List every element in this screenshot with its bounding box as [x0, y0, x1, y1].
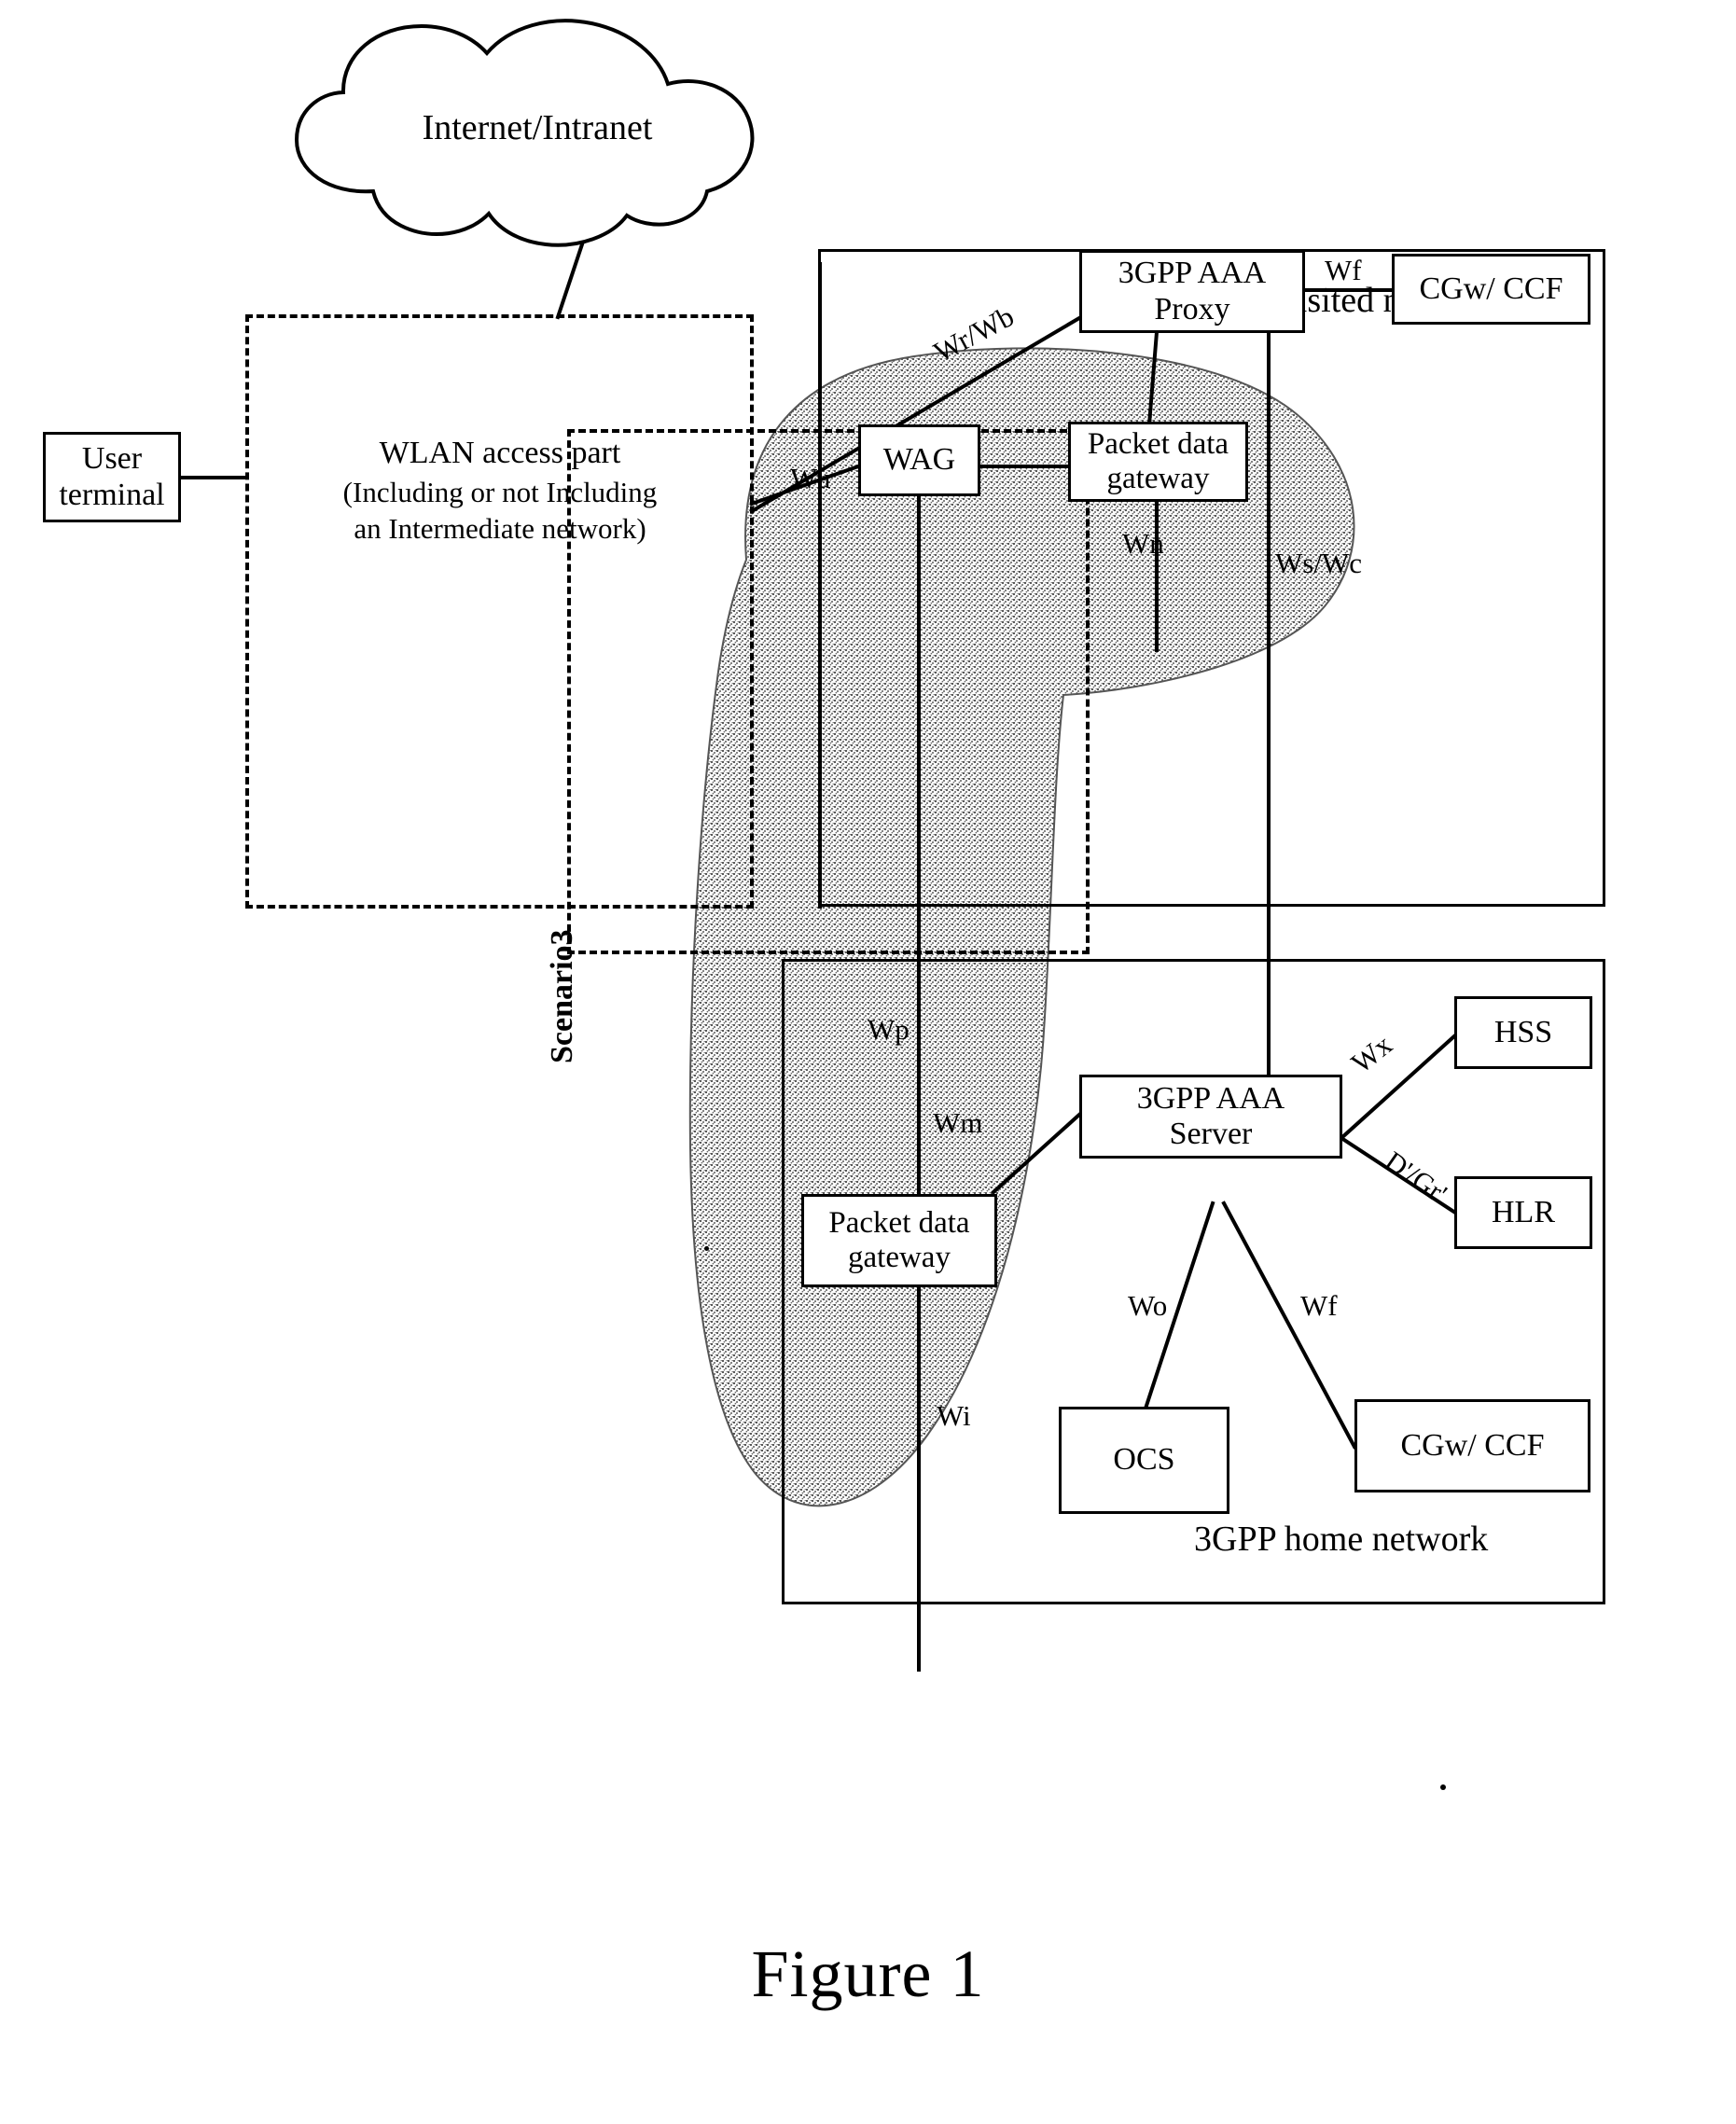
node-hss-label: HSS [1493, 1014, 1553, 1049]
wlan-access-line1: WLAN access part [379, 436, 621, 470]
node-packet-data-gateway-visited[interactable]: Packet data gateway [1068, 422, 1248, 502]
wlan-access-line2: (Including or not Including [342, 475, 658, 508]
node-pdg-home-line1: Packet data [828, 1206, 970, 1241]
interface-label-ws-wc: Ws/Wc [1275, 547, 1362, 579]
node-ocs-label: OCS [1113, 1442, 1175, 1478]
node-wag-label: WAG [882, 442, 956, 478]
interface-label-wm: Wm [933, 1106, 983, 1139]
node-aaa-proxy-line1: 3GPP AAA [1118, 256, 1267, 291]
node-aaa-proxy-line2: Proxy [1154, 291, 1230, 326]
node-cgw-ccf-home-label: CGw/ CCF [1400, 1427, 1545, 1463]
node-user-terminal-line1: User [81, 441, 143, 477]
interface-label-wu: Wu [790, 462, 831, 494]
node-pdg-home-line2: gateway [848, 1241, 951, 1274]
node-aaa-server-line2: Server [1169, 1117, 1253, 1151]
scan-speck [1440, 1784, 1446, 1790]
interface-label-wi: Wi [937, 1399, 971, 1432]
region-label-home: 3GPP home network [1194, 1520, 1489, 1559]
figure-canvas: 3GPP visited network 3GPP home network I… [0, 0, 1736, 2124]
node-3gpp-aaa-proxy[interactable]: 3GPP AAA Proxy [1079, 250, 1305, 333]
node-hlr[interactable]: HLR [1454, 1176, 1592, 1249]
node-pdg-visited-line2: gateway [1106, 462, 1210, 495]
node-hlr-label: HLR [1492, 1194, 1555, 1229]
node-ocs[interactable]: OCS [1059, 1407, 1229, 1514]
node-cgw-ccf-home[interactable]: CGw/ CCF [1354, 1399, 1590, 1492]
wlan-access-part-text: WLAN access part (Including or not Inclu… [248, 434, 752, 547]
scan-speck-2 [704, 1246, 709, 1251]
node-3gpp-aaa-server[interactable]: 3GPP AAA Server [1079, 1075, 1342, 1159]
node-pdg-visited-line1: Packet data [1087, 427, 1229, 462]
node-user-terminal[interactable]: User terminal [43, 432, 181, 522]
interface-label-wo: Wo [1128, 1289, 1168, 1322]
node-wag[interactable]: WAG [858, 424, 980, 496]
node-packet-data-gateway-home[interactable]: Packet data gateway [801, 1194, 997, 1287]
node-aaa-server-line1: 3GPP AAA [1136, 1080, 1285, 1116]
node-hss[interactable]: HSS [1454, 996, 1592, 1069]
label-scenario3: Scenario3 [545, 929, 579, 1063]
cloud-label-internet-intranet: Internet/Intranet [422, 108, 653, 147]
wlan-access-line3: an Intermediate network) [354, 511, 646, 545]
interface-label-wf-home: Wf [1300, 1289, 1338, 1322]
node-cgw-ccf-visited-label: CGw/ CCF [1419, 271, 1563, 306]
interface-label-wf-visited: Wf [1325, 254, 1362, 286]
node-cgw-ccf-visited[interactable]: CGw/ CCF [1392, 254, 1590, 325]
node-user-terminal-line2: terminal [59, 477, 165, 512]
interface-label-wn: Wn [1122, 527, 1164, 560]
interface-label-wp: Wp [868, 1013, 910, 1046]
